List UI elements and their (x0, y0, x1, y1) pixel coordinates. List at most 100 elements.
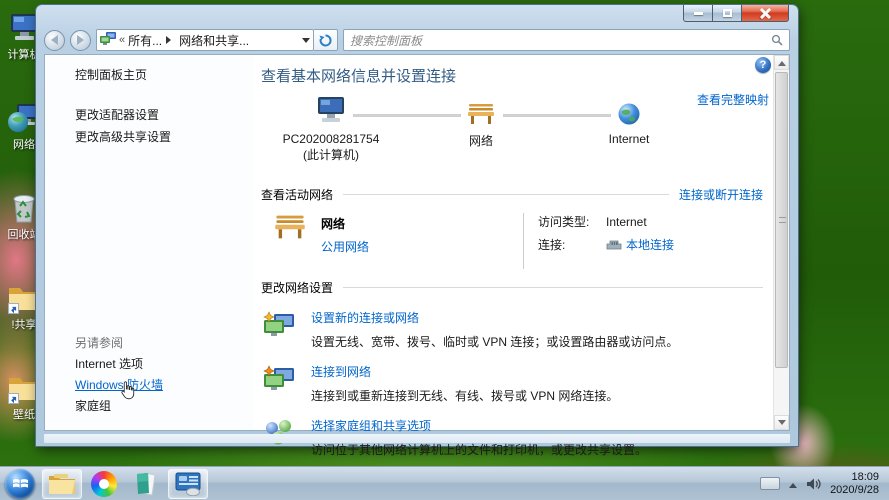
section-divider (343, 194, 669, 195)
window-content: 控制面板主页 更改适配器设置 更改高级共享设置 另请参阅 Internet 选项… (44, 54, 790, 431)
titlebar[interactable] (36, 5, 798, 27)
forward-button[interactable] (70, 30, 91, 51)
scrollbar-thumb[interactable] (775, 72, 788, 368)
navigation-bar: « 所有... 网络和共享... 搜索控制面板 (36, 27, 798, 53)
main-pane: ? 查看基本网络信息并设置连接 查看完整映射 PC202008281754 (此… (253, 55, 773, 430)
explorer-folder-icon (48, 473, 76, 495)
breadcrumb-item-all[interactable]: 所有... (128, 32, 162, 49)
setting-item-new-connection: 设置新的连接或网络 设置无线、宽带、拨号、临时或 VPN 连接；或设置路由器或访… (261, 309, 763, 350)
hand-pointer-cursor (119, 380, 136, 402)
start-button[interactable] (5, 469, 35, 499)
bench-icon (273, 213, 307, 269)
clock-date: 2020/9/28 (830, 484, 879, 497)
desktop: 计算机 网络 回收站 !共享 壁纸 (0, 0, 889, 500)
help-button[interactable]: ? (755, 57, 771, 73)
forward-icon (77, 35, 89, 45)
map-node-computer[interactable]: PC202008281754 (此计算机) (261, 92, 401, 163)
active-network-panel: 网络 公用网络 访问类型: Internet 连接: (261, 213, 763, 269)
connection-label: 连接: (538, 236, 606, 253)
sidebar-item-control-panel-home[interactable]: 控制面板主页 (45, 65, 253, 85)
volume-icon[interactable] (806, 477, 821, 491)
connect-disconnect-link[interactable]: 连接或断开连接 (679, 186, 763, 203)
ethernet-plug-icon (606, 239, 622, 250)
sidebar-item-windows-firewall[interactable]: Windows 防火墙 (45, 375, 253, 396)
change-settings-header: 更改网络设置 (261, 279, 333, 296)
active-networks-header: 查看活动网络 (261, 186, 333, 203)
sidebar: 控制面板主页 更改适配器设置 更改高级共享设置 另请参阅 Internet 选项… (45, 55, 253, 430)
taskbar-item-control-panel[interactable] (168, 469, 208, 499)
connect-network-icon (261, 363, 297, 404)
access-type-value: Internet (606, 215, 647, 229)
globe-icon (559, 92, 699, 126)
browser-pinwheel-icon (91, 471, 117, 497)
map-network-label: 网络 (411, 132, 551, 149)
see-also-header: 另请参阅 (45, 333, 253, 354)
connect-to-network-link[interactable]: 连接到网络 (311, 363, 618, 380)
map-node-network[interactable]: 网络 (411, 92, 551, 149)
scroll-down-button[interactable] (774, 415, 789, 430)
minimize-button[interactable] (683, 5, 713, 22)
back-button[interactable] (44, 30, 65, 51)
map-internet-label: Internet (559, 132, 699, 146)
map-computer-note: (此计算机) (261, 146, 401, 163)
shortcut-arrow-icon (8, 393, 19, 404)
close-button[interactable] (742, 5, 789, 22)
sidebar-item-change-adapter-settings[interactable]: 更改适配器设置 (45, 104, 253, 126)
network-places-icon (100, 32, 116, 49)
setup-new-connection-link[interactable]: 设置新的连接或网络 (311, 309, 678, 326)
access-type-label: 访问类型: (538, 213, 606, 230)
taskbar: 18:09 2020/9/28 (0, 466, 889, 500)
page-title: 查看基本网络信息并设置连接 (261, 65, 763, 86)
bench-icon (411, 92, 551, 126)
public-network-link[interactable]: 公用网络 (321, 238, 369, 255)
clock-time: 18:09 (830, 471, 879, 484)
sidebar-item-homegroup[interactable]: 家庭组 (45, 396, 253, 417)
sidebar-item-change-advanced-sharing[interactable]: 更改高级共享设置 (45, 126, 253, 148)
minimize-icon (694, 12, 703, 15)
help-icon: ? (760, 59, 767, 71)
windows-flag-icon (12, 475, 29, 492)
sidebar-item-internet-options[interactable]: Internet 选项 (45, 354, 253, 375)
maximize-button[interactable] (713, 5, 742, 22)
refresh-button[interactable] (314, 29, 338, 51)
close-icon (760, 8, 771, 19)
input-indicator-icon[interactable] (760, 477, 780, 490)
vertical-scrollbar[interactable] (773, 55, 789, 430)
back-icon (46, 35, 58, 45)
new-connection-icon (261, 309, 297, 350)
network-map: PC202008281754 (此计算机) 网络 (261, 90, 763, 176)
system-tray: 18:09 2020/9/28 (760, 471, 889, 497)
search-placeholder: 搜索控制面板 (350, 32, 422, 49)
map-node-internet[interactable]: Internet (559, 92, 699, 146)
setting-item-desc: 连接到或重新连接到无线、有线、拨号或 VPN 网络连接。 (311, 387, 618, 404)
taskbar-item-notes[interactable] (126, 469, 166, 499)
setting-item-desc: 访问位于其他网络计算机上的文件和打印机，或更改共享设置。 (311, 441, 647, 458)
taskbar-clock[interactable]: 18:09 2020/9/28 (830, 471, 879, 497)
address-dropdown-icon[interactable] (302, 38, 310, 47)
breadcrumb-item-network-sharing[interactable]: 网络和共享... (179, 32, 249, 49)
section-divider (343, 287, 763, 288)
network-sharing-center-window: « 所有... 网络和共享... 搜索控制面板 控制面板主页 更改适配器设置 (36, 5, 798, 446)
notebook-icon (133, 471, 159, 497)
active-network-name: 网络 (321, 215, 369, 232)
refresh-icon (319, 34, 332, 47)
taskbar-item-explorer[interactable] (42, 469, 82, 499)
setting-item-desc: 设置无线、宽带、拨号、临时或 VPN 连接；或设置路由器或访问点。 (311, 333, 678, 350)
breadcrumb-overflow[interactable]: « (119, 34, 125, 46)
setting-item-connect-network: 连接到网络 连接到或重新连接到无线、有线、拨号或 VPN 网络连接。 (261, 363, 763, 404)
scroll-up-icon (778, 57, 786, 66)
crumb-arrow-icon[interactable] (166, 36, 175, 44)
local-connection-link[interactable]: 本地连接 (626, 236, 674, 253)
taskbar-item-browser[interactable] (84, 469, 124, 499)
shortcut-arrow-icon (8, 303, 19, 314)
address-bar[interactable]: « 所有... 网络和共享... (96, 29, 314, 51)
scroll-down-icon (778, 420, 786, 429)
window-bottom-border (44, 434, 790, 443)
computer-icon (261, 92, 401, 126)
search-input[interactable]: 搜索控制面板 (343, 29, 790, 51)
scroll-up-button[interactable] (774, 55, 789, 70)
control-panel-icon (174, 472, 202, 496)
show-hidden-icons-button[interactable] (789, 479, 797, 488)
homegroup-sharing-options-link[interactable]: 选择家庭组和共享选项 (311, 417, 647, 434)
search-icon (771, 34, 783, 46)
